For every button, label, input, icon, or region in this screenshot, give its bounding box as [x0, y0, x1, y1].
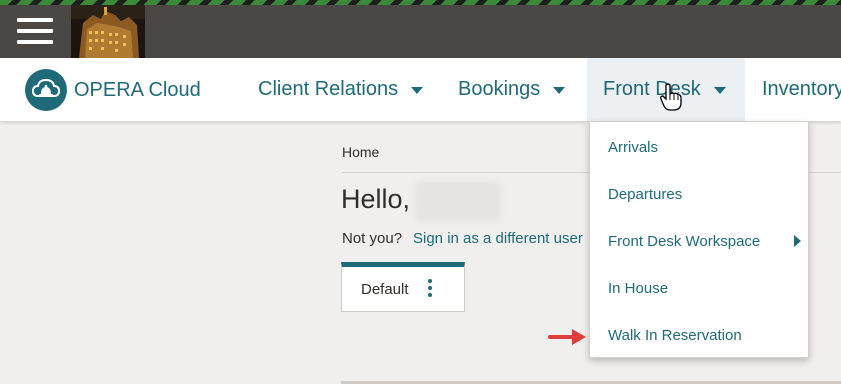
- main-navbar: OPERA Cloud Client Relations Bookings Fr…: [0, 58, 841, 121]
- greeting: Hello,: [341, 184, 411, 214]
- menu-item-walk-in-reservation[interactable]: Walk In Reservation: [608, 327, 742, 344]
- caret-down-icon: [713, 87, 726, 94]
- hotel-image[interactable]: [71, 5, 145, 58]
- nav-front-desk-label: Front Desk: [603, 78, 701, 100]
- menu-item-departures[interactable]: Departures: [608, 186, 682, 203]
- top-bar: [0, 5, 841, 58]
- default-dashboard-card[interactable]: Default: [341, 262, 465, 312]
- menu-item-front-desk-workspace[interactable]: Front Desk Workspace: [608, 233, 760, 250]
- red-arrow-icon: [548, 329, 586, 345]
- kebab-menu-icon[interactable]: [426, 277, 434, 299]
- nav-inventory[interactable]: Inventory: [762, 58, 841, 121]
- default-card-label: Default: [361, 281, 409, 298]
- sign-in-different-user-link[interactable]: Sign in as a different user: [413, 230, 588, 247]
- nav-bookings-label: Bookings: [458, 78, 541, 100]
- submenu-arrow-icon: [794, 235, 801, 247]
- brand-name[interactable]: OPERA Cloud: [74, 79, 201, 102]
- hand-cursor-icon: [660, 83, 682, 111]
- nav-bookings[interactable]: Bookings: [458, 58, 566, 121]
- caret-down-icon: [411, 87, 424, 94]
- blurred-user-name: [414, 181, 501, 221]
- cloud-bell-icon[interactable]: [25, 69, 67, 111]
- hamburger-menu-icon[interactable]: [17, 16, 53, 46]
- caret-down-icon: [553, 87, 566, 94]
- not-you-text: Not you?: [342, 230, 403, 247]
- nav-client-relations[interactable]: Client Relations: [258, 58, 424, 121]
- nav-inventory-label: Inventory: [762, 78, 841, 100]
- menu-item-in-house[interactable]: In House: [608, 280, 668, 297]
- menu-item-arrivals[interactable]: Arrivals: [608, 139, 658, 156]
- front-desk-dropdown: Arrivals Departures Front Desk Workspace…: [589, 121, 809, 358]
- nav-client-relations-label: Client Relations: [258, 78, 399, 100]
- breadcrumb-home[interactable]: Home: [342, 144, 379, 160]
